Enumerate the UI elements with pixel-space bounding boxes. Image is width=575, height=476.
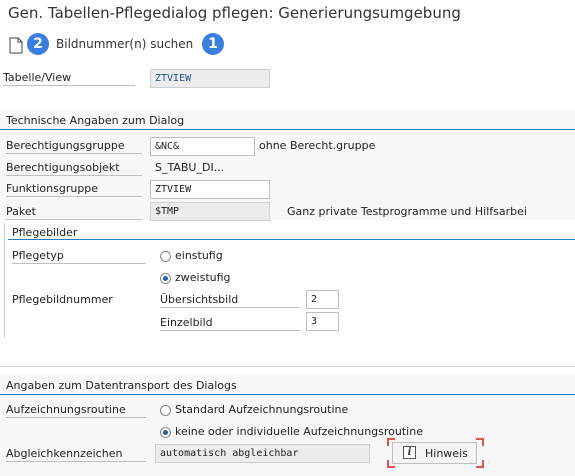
package-desc: Ganz private Testprogramme und Hilfsarbe… bbox=[287, 205, 527, 218]
auth-object-label: Berechtigungsobjekt bbox=[6, 161, 142, 176]
package-label: Paket bbox=[6, 205, 142, 220]
auth-object-value: S_TABU_DI... bbox=[155, 161, 225, 174]
radio-standard-routine[interactable] bbox=[160, 405, 171, 416]
maint-type-label: Pflegetyp bbox=[12, 249, 146, 264]
radio-single-level[interactable] bbox=[160, 251, 171, 262]
auth-group-field[interactable]: &NC& bbox=[150, 137, 255, 156]
annotation-badge-2: 2 bbox=[27, 33, 49, 55]
radio-no-routine-label[interactable]: keine oder individuelle Aufzeichnungsrou… bbox=[175, 425, 423, 438]
window-title: Gen. Tabellen-Pflegedialog pflegen: Gene… bbox=[8, 4, 461, 22]
maint-screens-heading-line bbox=[8, 239, 575, 240]
hint-corner-br bbox=[476, 460, 484, 468]
radio-two-level[interactable] bbox=[160, 273, 171, 284]
section-divider bbox=[0, 366, 575, 367]
maint-screens-heading: Pflegebilder bbox=[12, 226, 78, 239]
auth-group-label: Berechtigungsgruppe bbox=[6, 139, 142, 154]
function-group-label: Funktionsgruppe bbox=[6, 182, 142, 197]
compare-flag-field[interactable]: automatisch abgleichbar bbox=[155, 444, 370, 463]
table-view-label: Tabelle/View bbox=[3, 71, 135, 86]
single-screen-field[interactable]: 3 bbox=[306, 312, 339, 331]
hint-corner-tr bbox=[476, 438, 484, 446]
hint-button[interactable]: i Hinweis bbox=[392, 442, 477, 464]
info-icon: i bbox=[403, 446, 416, 459]
compare-flag-label: Abgleichkennzeichen bbox=[6, 447, 146, 462]
technical-heading: Technische Angaben zum Dialog bbox=[6, 114, 185, 127]
radio-single-level-label[interactable]: einstufig bbox=[175, 249, 223, 262]
hint-corner-bl bbox=[387, 460, 395, 468]
annotation-badge-1: 1 bbox=[202, 33, 224, 55]
routine-label: Aufzeichnungsroutine bbox=[6, 403, 146, 418]
auth-group-desc: ohne Berecht.gruppe bbox=[259, 139, 376, 152]
radio-no-routine[interactable] bbox=[160, 427, 171, 438]
find-screen-numbers-button[interactable]: Bildnummer(n) suchen bbox=[56, 37, 193, 51]
overview-screen-field[interactable]: 2 bbox=[306, 290, 339, 309]
overview-screen-label: Übersichtsbild bbox=[160, 293, 300, 308]
radio-two-level-label[interactable]: zweistufig bbox=[175, 271, 231, 284]
table-view-field[interactable]: ZTVIEW bbox=[150, 69, 270, 88]
hint-corner-tl bbox=[387, 438, 395, 446]
function-group-field[interactable]: ZTVIEW bbox=[150, 180, 270, 199]
hint-button-label: Hinweis bbox=[425, 447, 468, 460]
transport-heading: Angaben zum Datentransport des Dialogs bbox=[6, 379, 237, 392]
radio-standard-routine-label[interactable]: Standard Aufzeichnungsroutine bbox=[175, 403, 348, 416]
screen-number-label: Pflegebildnummer bbox=[12, 293, 113, 306]
transport-heading-line bbox=[0, 394, 575, 395]
new-document-icon[interactable] bbox=[9, 37, 23, 54]
package-field[interactable]: $TMP bbox=[150, 202, 270, 221]
single-screen-label: Einzelbild bbox=[160, 316, 300, 331]
technical-heading-line bbox=[0, 129, 575, 130]
